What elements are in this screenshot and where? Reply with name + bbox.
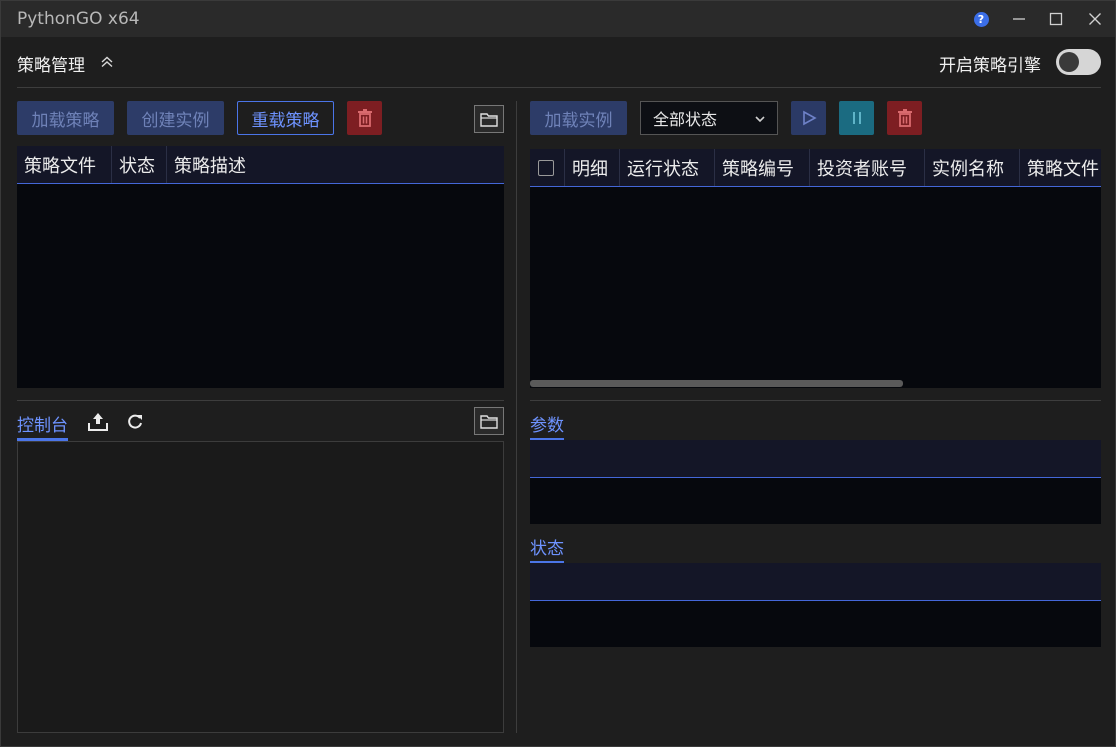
strategy-table-header: 策略文件 状态 策略描述 [17,146,504,184]
engine-toggle[interactable] [1056,49,1101,75]
engine-toggle-label: 开启策略引擎 [939,56,1041,76]
params-tab[interactable]: 参数 [530,411,564,441]
select-all-cell [530,149,565,186]
toggle-knob [1059,52,1079,72]
delete-instance-button[interactable] [887,101,922,135]
play-icon [802,110,817,126]
load-instance-button[interactable]: 加载实例 [530,101,627,135]
maximize-icon[interactable] [1044,7,1068,31]
strategy-table: 策略文件 状态 策略描述 [17,146,504,388]
instance-table-header: 明细 运行状态 策略编号 投资者账号 实例名称 策略文件 [530,149,1101,187]
params-table [530,440,1101,524]
chevron-down-icon [755,116,765,123]
close-icon[interactable] [1083,7,1107,31]
title-bar: PythonGO x64 ? [1,1,1115,37]
column-header[interactable]: 明细 [565,149,620,186]
instance-table: 明细 运行状态 策略编号 投资者账号 实例名称 策略文件 [530,149,1101,388]
column-header[interactable]: 投资者账号 [810,149,925,186]
help-icon[interactable]: ? [969,7,993,31]
column-header[interactable]: 策略编号 [715,149,810,186]
panel-divider [516,101,517,733]
column-header[interactable]: 策略文件 [1020,149,1101,186]
status-filter-value: 全部状态 [653,110,718,129]
delete-strategy-button[interactable] [347,101,382,135]
window-title: PythonGO x64 [17,9,140,29]
status-filter-select[interactable]: 全部状态 [640,101,778,135]
params-table-header [530,440,1101,478]
column-header[interactable]: 策略文件 [17,146,112,183]
column-header[interactable]: 状态 [112,146,167,183]
pause-icon [852,112,861,124]
trash-icon [897,109,912,127]
load-strategy-button[interactable]: 加载策略 [17,101,114,135]
reload-strategy-button[interactable]: 重载策略 [237,101,334,135]
collapse-icon[interactable] [99,54,115,70]
folder-icon [480,112,498,127]
status-tab[interactable]: 状态 [530,534,564,564]
create-instance-button[interactable]: 创建实例 [127,101,224,135]
pause-instance-button[interactable] [839,101,874,135]
column-header[interactable]: 策略描述 [167,146,504,183]
status-table-header [530,563,1101,601]
start-instance-button[interactable] [791,101,826,135]
open-log-folder-button[interactable] [474,407,504,435]
right-section-divider [530,400,1101,401]
page-title: 策略管理 [17,56,85,76]
left-section-divider [17,400,504,401]
console-output[interactable] [17,441,504,733]
horizontal-scrollbar[interactable] [530,380,903,387]
select-all-checkbox[interactable] [538,159,554,176]
minimize-icon[interactable] [1007,7,1031,31]
column-header[interactable]: 运行状态 [620,149,715,186]
trash-icon [357,109,372,127]
app-window: PythonGO x64 ? 策略管理 开启策略引擎 加载策略 创建实例 重载策… [0,0,1116,747]
column-header[interactable]: 实例名称 [925,149,1020,186]
console-tab[interactable]: 控制台 [17,411,68,441]
export-icon[interactable] [87,411,109,433]
refresh-icon[interactable] [125,412,145,432]
status-table [530,563,1101,647]
folder-icon [480,414,498,429]
header-divider [17,87,1101,88]
open-strategy-folder-button[interactable] [474,105,504,133]
